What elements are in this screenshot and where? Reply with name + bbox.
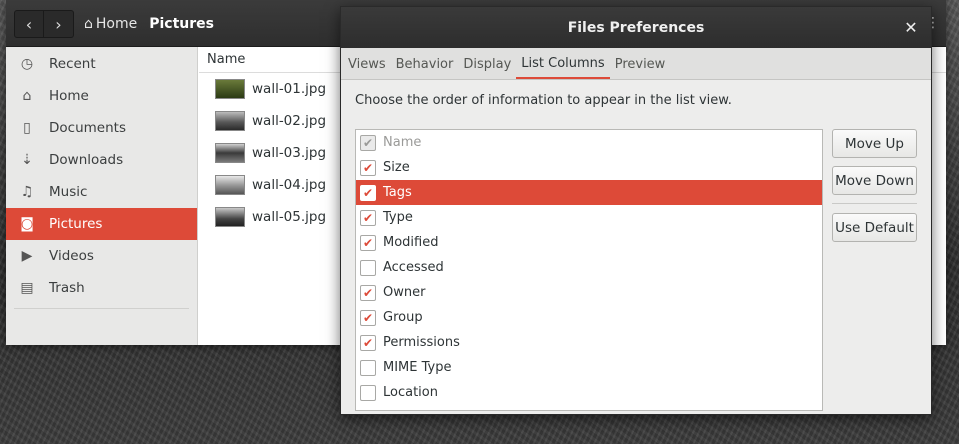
- column-option-modified[interactable]: ✔ Modified: [356, 230, 822, 255]
- sidebar-item-home[interactable]: ⌂ Home: [6, 80, 197, 112]
- file-name: wall-02.jpg: [252, 113, 327, 129]
- clock-icon: ◷: [20, 56, 34, 72]
- dialog-titlebar: Files Preferences ✕: [341, 7, 931, 48]
- image-thumbnail: [215, 79, 245, 99]
- sidebar-item-label: Pictures: [49, 216, 103, 232]
- document-icon: ▯: [23, 120, 31, 136]
- home-icon: ⌂: [84, 16, 93, 32]
- checkbox[interactable]: ✔: [360, 309, 376, 326]
- sidebar-item-label: Music: [49, 184, 88, 200]
- column-option-owner[interactable]: ✔ Owner: [356, 280, 822, 305]
- checkbox[interactable]: ✔: [360, 209, 376, 226]
- tab-display[interactable]: Display: [458, 49, 516, 79]
- column-option-permissions[interactable]: ✔ Permissions: [356, 330, 822, 355]
- column-option-mime-type[interactable]: MIME Type: [356, 355, 822, 380]
- sidebar-item-label: Recent: [49, 56, 96, 72]
- image-thumbnail: [215, 207, 245, 227]
- checkbox[interactable]: ✔: [360, 334, 376, 351]
- sidebar-divider: [14, 308, 189, 309]
- column-option-label: Owner: [383, 285, 426, 300]
- tab-list-columns[interactable]: List Columns: [516, 49, 610, 79]
- close-icon: ✕: [904, 17, 918, 37]
- music-icon: ♫: [20, 184, 34, 200]
- sidebar-item-downloads[interactable]: ⇣ Downloads: [6, 144, 197, 176]
- sidebar-item-label: Home: [49, 88, 89, 104]
- move-down-button[interactable]: Move Down: [832, 166, 917, 195]
- tab-bar: Views Behavior Display List Columns Prev…: [341, 48, 931, 80]
- preferences-dialog: Files Preferences ✕ Views Behavior Displ…: [340, 6, 932, 415]
- column-option-label: Accessed: [383, 260, 444, 275]
- chevron-left-icon: ‹: [25, 14, 33, 34]
- path-home-button[interactable]: ⌂ Home: [78, 10, 143, 38]
- sidebar-item-documents[interactable]: ▯ Documents: [6, 112, 197, 144]
- columns-list: ✔ Name ✔ Size ✔ Tags ✔ Type ✔ Modified Accessed ✔ Ow…: [355, 129, 823, 411]
- image-thumbnail: [215, 175, 245, 195]
- column-option-group[interactable]: ✔ Group: [356, 305, 822, 330]
- column-option-label: Size: [383, 160, 410, 175]
- path-home-label: Home: [95, 16, 138, 32]
- forward-button[interactable]: ›: [44, 10, 74, 38]
- column-option-location[interactable]: Location: [356, 380, 822, 405]
- column-option-label: Group: [383, 310, 423, 325]
- path-current-button[interactable]: Pictures: [143, 10, 220, 38]
- sidebar-item-music[interactable]: ♫ Music: [6, 176, 197, 208]
- checkbox: ✔: [360, 134, 376, 151]
- video-icon: ▶: [21, 248, 33, 264]
- checkbox[interactable]: [360, 359, 376, 376]
- checkbox[interactable]: [360, 384, 376, 401]
- checkbox[interactable]: ✔: [360, 184, 376, 201]
- file-name: wall-03.jpg: [252, 145, 327, 161]
- order-buttons: Move Up Move Down Use Default: [832, 129, 918, 250]
- column-option-label: Permissions: [383, 335, 460, 350]
- sidebar-item-label: Downloads: [49, 152, 124, 168]
- navigation-buttons: ‹ ›: [14, 10, 74, 38]
- trash-icon: ▤: [20, 280, 34, 296]
- sidebar-item-label: Documents: [49, 120, 126, 136]
- move-up-button[interactable]: Move Up: [832, 129, 917, 158]
- sidebar-item-label: Videos: [49, 248, 94, 264]
- column-option-tags[interactable]: ✔ Tags: [356, 180, 822, 205]
- column-option-label: MIME Type: [383, 360, 452, 375]
- chevron-right-icon: ›: [55, 14, 62, 34]
- path-bar: ⌂ Home Pictures: [78, 10, 220, 38]
- sidebar-item-videos[interactable]: ▶ Videos: [6, 240, 197, 272]
- path-current-label: Pictures: [149, 16, 214, 32]
- file-name: wall-04.jpg: [252, 177, 327, 193]
- column-option-type[interactable]: ✔ Type: [356, 205, 822, 230]
- column-option-label: Modified: [383, 235, 439, 250]
- sidebar-item-recent[interactable]: ◷ Recent: [6, 48, 197, 80]
- image-thumbnail: [215, 111, 245, 131]
- sidebar-item-trash[interactable]: ▤ Trash: [6, 272, 197, 304]
- column-option-name[interactable]: ✔ Name: [356, 130, 822, 155]
- back-button[interactable]: ‹: [14, 10, 44, 38]
- checkbox[interactable]: ✔: [360, 284, 376, 301]
- column-option-label: Location: [383, 385, 438, 400]
- use-default-button[interactable]: Use Default: [832, 213, 917, 242]
- column-option-label: Tags: [383, 185, 412, 200]
- sidebar-item-label: Trash: [49, 280, 85, 296]
- home-icon: ⌂: [22, 88, 32, 104]
- checkbox[interactable]: ✔: [360, 234, 376, 251]
- instructions-text: Choose the order of information to appea…: [355, 93, 732, 108]
- column-option-accessed[interactable]: Accessed: [356, 255, 822, 280]
- tab-views[interactable]: Views: [343, 49, 391, 79]
- column-option-label: Name: [383, 135, 422, 150]
- tab-preview[interactable]: Preview: [610, 49, 671, 79]
- dialog-title: Files Preferences: [567, 19, 705, 36]
- file-name: wall-01.jpg: [252, 81, 327, 97]
- file-name: wall-05.jpg: [252, 209, 327, 225]
- column-option-label: Type: [383, 210, 413, 225]
- camera-icon: ◙: [20, 216, 34, 232]
- image-thumbnail: [215, 143, 245, 163]
- sidebar-item-pictures[interactable]: ◙ Pictures: [6, 208, 197, 240]
- checkbox[interactable]: ✔: [360, 159, 376, 176]
- sidebar: ◷ Recent ⌂ Home ▯ Documents ⇣ Downloads …: [6, 47, 198, 345]
- button-separator: [832, 203, 917, 204]
- tab-behavior[interactable]: Behavior: [391, 49, 459, 79]
- checkbox[interactable]: [360, 259, 376, 276]
- list-columns-page: Choose the order of information to appea…: [341, 93, 931, 411]
- close-button[interactable]: ✕: [901, 17, 921, 37]
- download-icon: ⇣: [21, 152, 33, 168]
- column-option-size[interactable]: ✔ Size: [356, 155, 822, 180]
